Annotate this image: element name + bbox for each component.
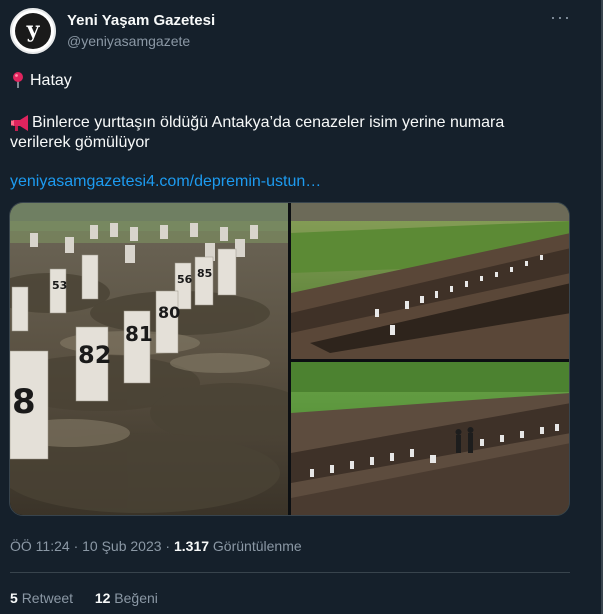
tweet-link[interactable]: yeniyasamgazetesi4.com/depremin-ustun…	[10, 173, 321, 191]
round-pushpin-icon	[13, 72, 23, 88]
marker-82: 82	[78, 341, 111, 369]
tweet-media[interactable]: 53 56 85 80 81 82 8	[9, 202, 570, 516]
bottom-right-photo	[291, 362, 569, 515]
views-count: 1.317	[173, 538, 210, 554]
tweet-text-line-2: verilerek gömülüyor	[10, 134, 150, 151]
author-handle[interactable]: @yeniyasamgazete	[67, 33, 190, 49]
marker-81: 81	[125, 322, 153, 346]
loudspeaker-icon	[11, 115, 28, 131]
retweets-link[interactable]: 5 Retweet	[10, 590, 73, 606]
author-name[interactable]: Yeni Yaşam Gazetesi	[67, 12, 215, 29]
views-label: Görüntülenme	[212, 538, 302, 554]
likes-label: Beğeni	[114, 590, 158, 606]
media-photos: 53 56 85 80 81 82 8	[10, 203, 569, 515]
avatar[interactable]: y	[10, 8, 56, 54]
left-photo-graves: 53 56 85 80 81 82 8	[10, 203, 310, 515]
tweet-text-line-1: Binlerce yurttaşın öldüğü Antakya’da cen…	[32, 114, 505, 131]
stats-divider	[10, 572, 570, 573]
tweet-location: Hatay	[30, 72, 72, 89]
svg-text:85: 85	[197, 267, 212, 280]
tweet-stats: 5 Retweet 12 Beğeni	[10, 590, 158, 606]
meta-separator: ·	[73, 538, 79, 554]
avatar-letter: y	[26, 17, 40, 43]
retweets-count: 5	[10, 590, 18, 606]
top-right-photo	[291, 203, 569, 359]
likes-count: 12	[94, 590, 111, 606]
meta-separator: ·	[165, 538, 171, 554]
marker-56: 56	[177, 273, 193, 286]
avatar-logo: y	[15, 13, 51, 49]
marker-8: 8	[12, 382, 36, 422]
retweets-label: Retweet	[21, 590, 74, 606]
tweet-time[interactable]: ÖÖ 11:24	[10, 538, 70, 554]
tweet-date[interactable]: 10 Şub 2023	[82, 538, 161, 554]
tweet-metadata: ÖÖ 11:24 · 10 Şub 2023 · 1.317 Görüntüle…	[10, 538, 302, 554]
marker-53: 53	[52, 279, 67, 292]
likes-link[interactable]: 12 Beğeni	[95, 590, 158, 606]
more-options-icon[interactable]: ···	[550, 7, 571, 28]
marker-80: 80	[158, 303, 180, 322]
